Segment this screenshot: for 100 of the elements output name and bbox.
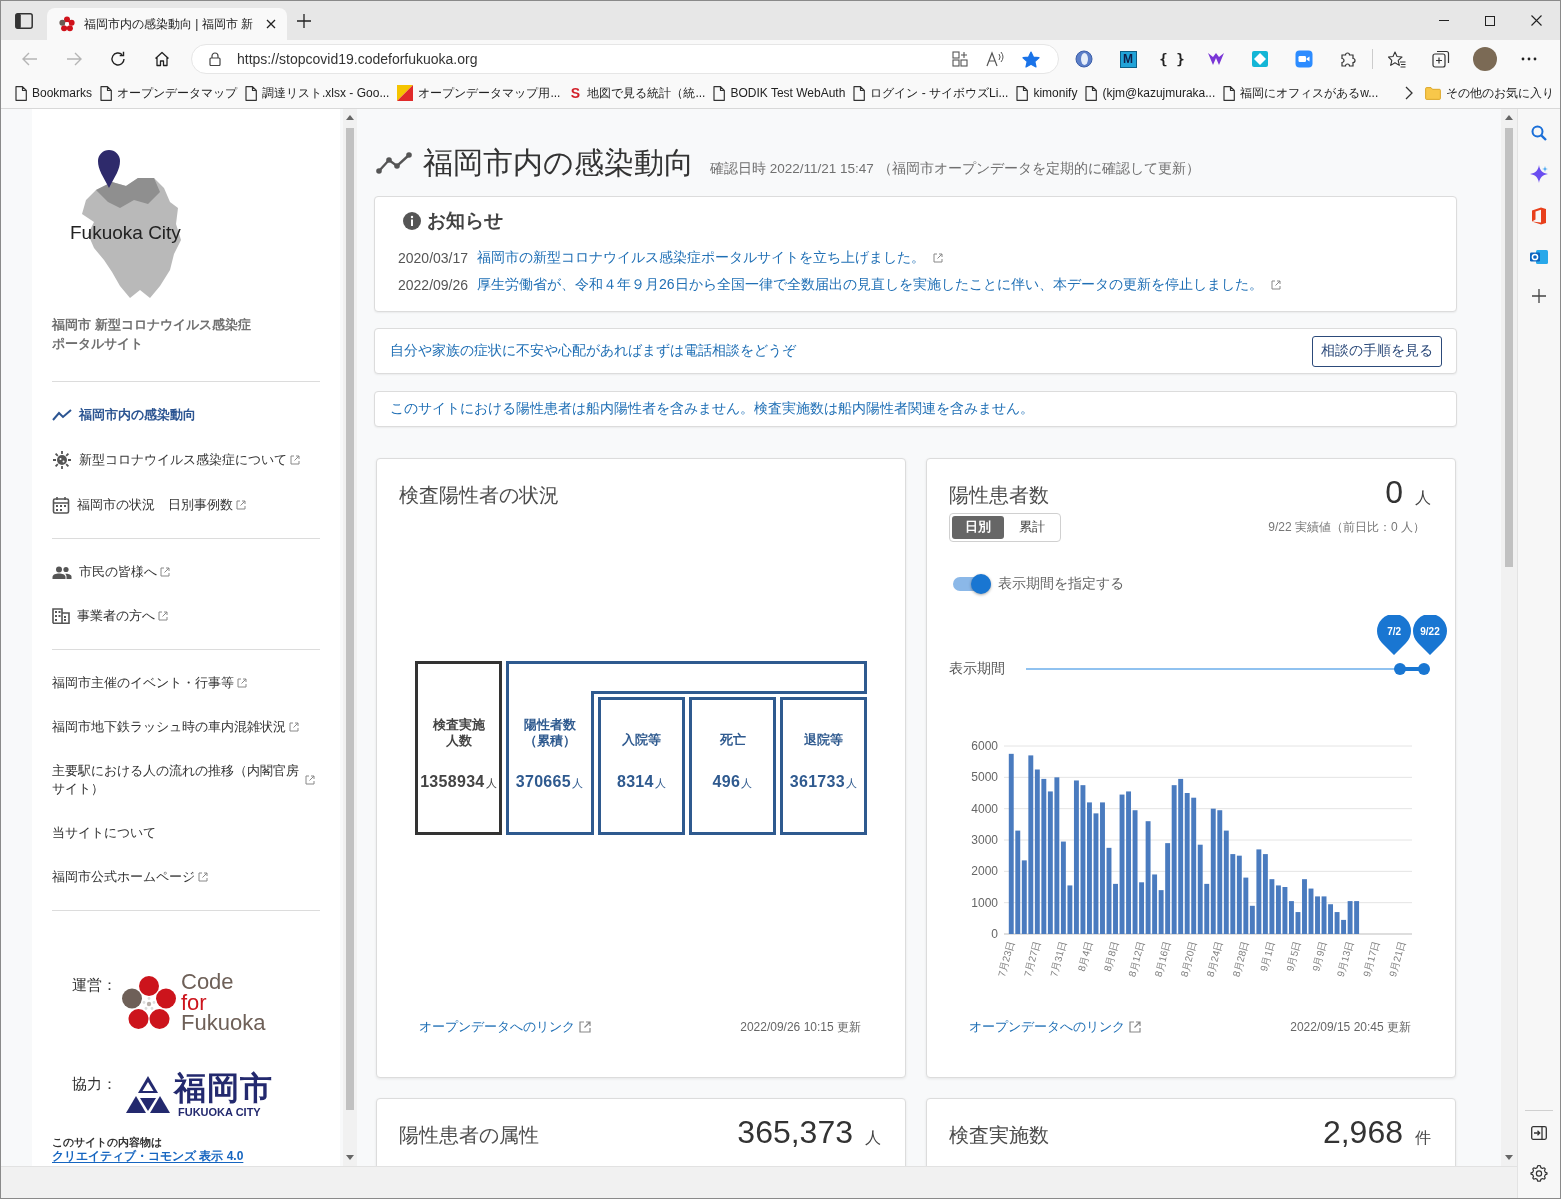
address-field[interactable]: https://stopcovid19.codeforfukuoka.org xyxy=(191,44,1059,74)
open-data-link[interactable]: オープンデータへのリンク xyxy=(419,1018,575,1036)
card-title: 検査陽性者の状況 xyxy=(399,483,560,508)
mail-icon[interactable] xyxy=(1530,249,1548,265)
slider-thumb[interactable] xyxy=(1418,663,1430,675)
total-count: 0 人 xyxy=(1385,475,1431,512)
daily-note: 9/22 実績値（前日比：0 人） xyxy=(1268,519,1425,536)
scrollbar-track[interactable] xyxy=(343,109,357,1166)
license-note: このサイトの内容物は クリエイティブ・コモンズ 表示 4.0 xyxy=(52,1134,245,1163)
nav-link[interactable]: 福岡市主催のイベント・行事等 xyxy=(52,661,320,705)
checked-timestamp: 確認日時 2022/11/21 15:47 （福岡市オープンデータを定期的に確認して更新） xyxy=(710,160,1200,178)
card-title: 検査実施数 xyxy=(949,1123,1049,1148)
scrollbar-thumb[interactable] xyxy=(1505,128,1513,567)
period-switch[interactable] xyxy=(953,573,993,595)
mode-tab[interactable]: 日別 xyxy=(952,516,1004,539)
tab-actions-icon[interactable] xyxy=(15,12,33,29)
nav-link[interactable]: 福岡市内の感染動向 xyxy=(52,393,320,437)
page-icon xyxy=(1016,85,1029,101)
bookmark[interactable]: (kjm@kazujmuraka... xyxy=(1085,85,1216,101)
site-subtitle: 福岡市 新型コロナウイルス感染症ポータルサイト xyxy=(52,316,252,353)
box-value: 361733人 xyxy=(789,772,858,792)
nav-link[interactable]: 事業者の方へ xyxy=(52,594,320,638)
scroll-down-icon[interactable] xyxy=(1505,1155,1513,1160)
extension-icon[interactable] xyxy=(1075,50,1093,68)
close-icon[interactable] xyxy=(1531,15,1542,26)
bookmark[interactable]: 調達リスト.xlsx - Goo... xyxy=(245,84,390,102)
notice-link[interactable]: 厚生労働省が、令和４年９月26日から全国一律で全数届出の見直しを実施したことに伴い、本データの更新を停止しました。 xyxy=(477,275,1263,294)
map-pin-icon xyxy=(98,150,120,188)
page-icon xyxy=(15,85,27,101)
people-icon xyxy=(52,565,72,579)
scrollbar-track[interactable] xyxy=(1501,109,1517,1166)
axis-label: 6000 xyxy=(971,739,998,753)
maximize-icon[interactable] xyxy=(1485,15,1495,26)
favorite-star-icon[interactable] xyxy=(1022,50,1040,68)
office-icon[interactable] xyxy=(1531,207,1547,225)
page-icon xyxy=(1223,85,1236,101)
read-aloud-icon[interactable] xyxy=(986,51,1004,67)
box-value: 370665人 xyxy=(515,772,584,792)
scroll-up-icon[interactable] xyxy=(1505,115,1513,120)
city-emblem-icon xyxy=(125,1074,171,1115)
bookmark[interactable]: ログイン - サイボウズLi... xyxy=(853,84,1009,102)
extension-icon[interactable]: M xyxy=(1119,50,1137,68)
axis-label: 5000 xyxy=(971,770,998,785)
axis-label: 7月27日 xyxy=(1022,939,1043,978)
nav-link[interactable]: 主要駅における人の流れの推移（内閣官房サイト） xyxy=(52,749,320,811)
extension-icon[interactable] xyxy=(1207,52,1225,66)
puzzle-icon[interactable] xyxy=(1339,50,1357,68)
license-link[interactable]: クリエイティブ・コモンズ 表示 4.0 xyxy=(52,1148,244,1163)
axis-label: 9月9日 xyxy=(1310,939,1329,973)
nav-link[interactable]: 新型コロナウイルス感染症について xyxy=(52,437,320,483)
bookmark[interactable]: 福岡にオフィスがあるw... xyxy=(1223,84,1379,102)
consult-steps-button[interactable]: 相談の手順を見る xyxy=(1312,335,1442,367)
favorites-icon[interactable] xyxy=(1388,50,1406,68)
home-icon[interactable] xyxy=(154,51,170,67)
settings-icon[interactable] xyxy=(1530,1164,1548,1182)
new-tab-icon[interactable] xyxy=(297,13,311,28)
slider-label: 表示期間 xyxy=(949,661,1006,677)
axis-label: 8月8日 xyxy=(1101,939,1121,973)
bookmark[interactable]: BODIK Test WebAuth xyxy=(713,85,846,101)
nav-link[interactable]: 当サイトについて xyxy=(52,811,320,855)
scroll-up-icon[interactable] xyxy=(346,115,354,120)
bookmark[interactable]: オープンデータマップ xyxy=(100,84,238,102)
collections-icon[interactable] xyxy=(1432,50,1450,68)
search-icon[interactable] xyxy=(1531,125,1547,141)
more-icon[interactable] xyxy=(1521,57,1537,61)
chevron-right-icon[interactable] xyxy=(1405,86,1413,100)
scrollbar-thumb[interactable] xyxy=(346,128,354,1110)
bookmark[interactable]: Bookmarks xyxy=(15,85,93,101)
nav-link[interactable]: 福岡市公式ホームページ xyxy=(52,855,320,899)
refresh-icon[interactable] xyxy=(110,51,126,67)
slider-thumb[interactable] xyxy=(1394,663,1407,675)
axis-label: 2000 xyxy=(971,864,998,879)
browser-tab[interactable]: 福岡市内の感染動向 | 福岡市 新 xyxy=(47,8,287,40)
sparkle-icon[interactable] xyxy=(1530,165,1548,183)
axis-label: 8月28日 xyxy=(1230,939,1251,978)
nav-link[interactable]: 市民の皆様へ xyxy=(52,550,320,594)
mode-tab[interactable]: 累計 xyxy=(1006,516,1058,539)
disclaimer-text: このサイトにおける陽性患者は船内陽性者を含みません。検査実施数は船内陽性者関連を含みません。 xyxy=(390,400,1034,418)
wordmark-line: Fukuoka xyxy=(181,1013,266,1034)
avatar[interactable] xyxy=(1473,47,1497,71)
nav-link[interactable]: 福岡市地下鉄ラッシュ時の車内混雑状況 xyxy=(52,705,320,749)
add-icon[interactable] xyxy=(1532,289,1546,303)
bookmark[interactable]: S 地図で見る統計（統... xyxy=(568,84,706,102)
extension-icon[interactable]: { } xyxy=(1159,51,1185,67)
bookmark[interactable]: kimonify xyxy=(1016,85,1078,101)
bookmark-folder[interactable]: その他のお気に入り xyxy=(1425,84,1554,102)
bookmark[interactable]: オープンデータマップ用... xyxy=(397,84,561,102)
close-icon[interactable] xyxy=(266,19,276,29)
box-label: 死亡 xyxy=(719,732,746,748)
notice-link[interactable]: 福岡市の新型コロナウイルス感染症ポータルサイトを立ち上げました。 xyxy=(477,248,926,267)
external-link-icon xyxy=(933,252,944,263)
extension-icon[interactable] xyxy=(1295,50,1313,68)
open-data-link[interactable]: オープンデータへのリンク xyxy=(969,1018,1125,1036)
scroll-down-icon[interactable] xyxy=(346,1155,354,1160)
nav-link[interactable]: 福岡市の状況 日別事例数 xyxy=(52,483,320,527)
app-grid-icon[interactable] xyxy=(952,51,968,67)
box-value: 496人 xyxy=(712,772,753,792)
axis-label: 9月21日 xyxy=(1387,939,1408,978)
box-value: 8314人 xyxy=(616,772,667,792)
sidebar-panel-icon[interactable] xyxy=(1531,1126,1547,1140)
